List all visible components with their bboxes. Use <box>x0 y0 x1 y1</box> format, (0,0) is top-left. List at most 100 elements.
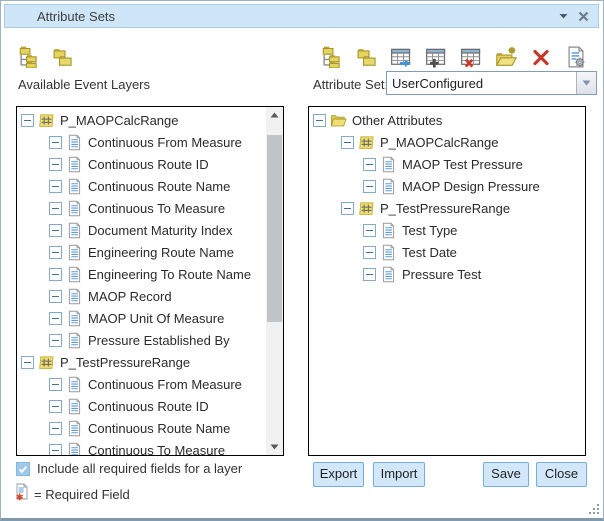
close-icon[interactable] <box>578 11 589 22</box>
field-icon <box>380 222 397 239</box>
collapse-toggle-icon[interactable] <box>49 268 62 281</box>
collapse-toggle-icon[interactable] <box>363 246 376 259</box>
tree-item[interactable]: Continuous To Measure <box>17 439 266 456</box>
collapse-toggle-icon[interactable] <box>49 224 62 237</box>
collapse-toggle-icon[interactable] <box>363 224 376 237</box>
tree-item[interactable]: Continuous From Measure <box>17 373 266 395</box>
field-icon <box>66 266 83 283</box>
tree-item-label: Pressure Test <box>402 267 481 282</box>
expand-all-icon[interactable] <box>16 45 39 68</box>
tree-item-label: Continuous Route Name <box>88 421 230 436</box>
titlebar[interactable]: Attribute Sets <box>4 4 599 28</box>
vertical-scrollbar[interactable] <box>266 107 283 455</box>
collapse-toggle-icon[interactable] <box>49 444 62 457</box>
properties-icon[interactable] <box>564 45 587 68</box>
tree-item[interactable]: Continuous Route Name <box>17 175 266 197</box>
tree-item-label: Continuous To Measure <box>88 201 225 216</box>
attribute-set-combobox[interactable]: UserConfigured <box>386 71 597 95</box>
collapse-all-icon[interactable] <box>50 45 73 68</box>
attribute-set-tree: Other Attributes P_MAOPCalcRangeMAOP Test… <box>309 109 585 285</box>
tree-item[interactable]: Engineering To Route Name <box>17 263 266 285</box>
tree-item[interactable]: P_TestPressureRange <box>309 197 585 219</box>
collapse-toggle-icon[interactable] <box>21 356 34 369</box>
dock-menu-icon[interactable] <box>559 13 568 19</box>
field-icon <box>66 288 83 305</box>
tree-item-label: Test Date <box>402 245 457 260</box>
tree-item[interactable]: MAOP Test Pressure <box>309 153 585 175</box>
collapse-toggle-icon[interactable] <box>341 202 354 215</box>
tree-item[interactable]: P_TestPressureRange <box>17 351 266 373</box>
scroll-up-icon[interactable] <box>266 107 283 123</box>
tree-item[interactable]: Test Type <box>309 219 585 241</box>
tree-item[interactable]: Document Maturity Index <box>17 219 266 241</box>
field-icon <box>66 222 83 239</box>
layer-icon <box>38 112 55 129</box>
tree-item-label: P_MAOPCalcRange <box>60 113 179 128</box>
folder-icon <box>330 112 347 129</box>
collapse-toggle-icon[interactable] <box>49 136 62 149</box>
collapse-toggle-icon[interactable] <box>49 312 62 325</box>
layer-icon <box>358 200 375 217</box>
collapse-toggle-icon[interactable] <box>49 246 62 259</box>
expand-all-icon[interactable] <box>319 45 342 68</box>
tree-item[interactable]: Continuous Route ID <box>17 395 266 417</box>
collapse-toggle-icon[interactable] <box>49 400 62 413</box>
tree-item-label: Document Maturity Index <box>88 223 233 238</box>
collapse-toggle-icon[interactable] <box>341 136 354 149</box>
add-table-icon[interactable] <box>424 45 447 68</box>
include-required-fields-checkbox[interactable] <box>16 462 30 476</box>
tree-item[interactable]: Other Attributes <box>309 109 585 131</box>
field-icon <box>66 442 83 457</box>
resize-grip[interactable] <box>589 504 600 515</box>
collapse-toggle-icon[interactable] <box>49 422 62 435</box>
tree-item-label: Pressure Established By <box>88 333 230 348</box>
collapse-toggle-icon[interactable] <box>363 180 376 193</box>
layer-icon <box>358 134 375 151</box>
field-icon <box>66 200 83 217</box>
tree-item[interactable]: Continuous Route Name <box>17 417 266 439</box>
collapse-toggle-icon[interactable] <box>363 268 376 281</box>
collapse-toggle-icon[interactable] <box>313 114 326 127</box>
tree-item[interactable]: MAOP Design Pressure <box>309 175 585 197</box>
tree-item[interactable]: Engineering Route Name <box>17 241 266 263</box>
collapse-all-icon[interactable] <box>354 45 377 68</box>
delete-attribute-set-icon[interactable] <box>529 45 552 68</box>
tree-item-label: Continuous Route ID <box>88 157 209 172</box>
tree-item[interactable]: MAOP Record <box>17 285 266 307</box>
field-icon <box>66 332 83 349</box>
combobox-dropdown-button[interactable] <box>576 72 596 94</box>
field-icon <box>380 156 397 173</box>
collapse-toggle-icon[interactable] <box>363 158 376 171</box>
tree-item[interactable]: Pressure Established By <box>17 329 266 351</box>
open-table-icon[interactable] <box>389 45 412 68</box>
tree-item-label: Other Attributes <box>352 113 442 128</box>
collapse-toggle-icon[interactable] <box>49 290 62 303</box>
field-icon <box>66 310 83 327</box>
left-toolbar <box>16 45 73 68</box>
available-layers-tree: P_MAOPCalcRangeContinuous From MeasureCo… <box>17 109 266 456</box>
export-button[interactable]: Export <box>313 462 364 487</box>
collapse-toggle-icon[interactable] <box>49 180 62 193</box>
tree-item[interactable]: MAOP Unit Of Measure <box>17 307 266 329</box>
tree-item[interactable]: Pressure Test <box>309 263 585 285</box>
tree-item[interactable]: P_MAOPCalcRange <box>17 109 266 131</box>
collapse-toggle-icon[interactable] <box>21 114 34 127</box>
tree-item[interactable]: Continuous From Measure <box>17 131 266 153</box>
tree-item[interactable]: P_MAOPCalcRange <box>309 131 585 153</box>
save-button[interactable]: Save <box>483 462 529 487</box>
scroll-down-icon[interactable] <box>266 439 283 455</box>
tree-item[interactable]: Continuous To Measure <box>17 197 266 219</box>
tree-item[interactable]: Test Date <box>309 241 585 263</box>
scrollbar-thumb[interactable] <box>267 135 282 322</box>
required-field-legend: = Required Field <box>34 487 130 502</box>
collapse-toggle-icon[interactable] <box>49 334 62 347</box>
new-attribute-set-icon[interactable] <box>494 45 517 68</box>
collapse-toggle-icon[interactable] <box>49 202 62 215</box>
close-button[interactable]: Close <box>536 462 587 487</box>
remove-table-icon[interactable] <box>459 45 482 68</box>
collapse-toggle-icon[interactable] <box>49 378 62 391</box>
tree-item[interactable]: Continuous Route ID <box>17 153 266 175</box>
import-button[interactable]: Import <box>373 462 425 487</box>
attribute-set-label: Attribute Set: <box>313 77 388 92</box>
collapse-toggle-icon[interactable] <box>49 158 62 171</box>
